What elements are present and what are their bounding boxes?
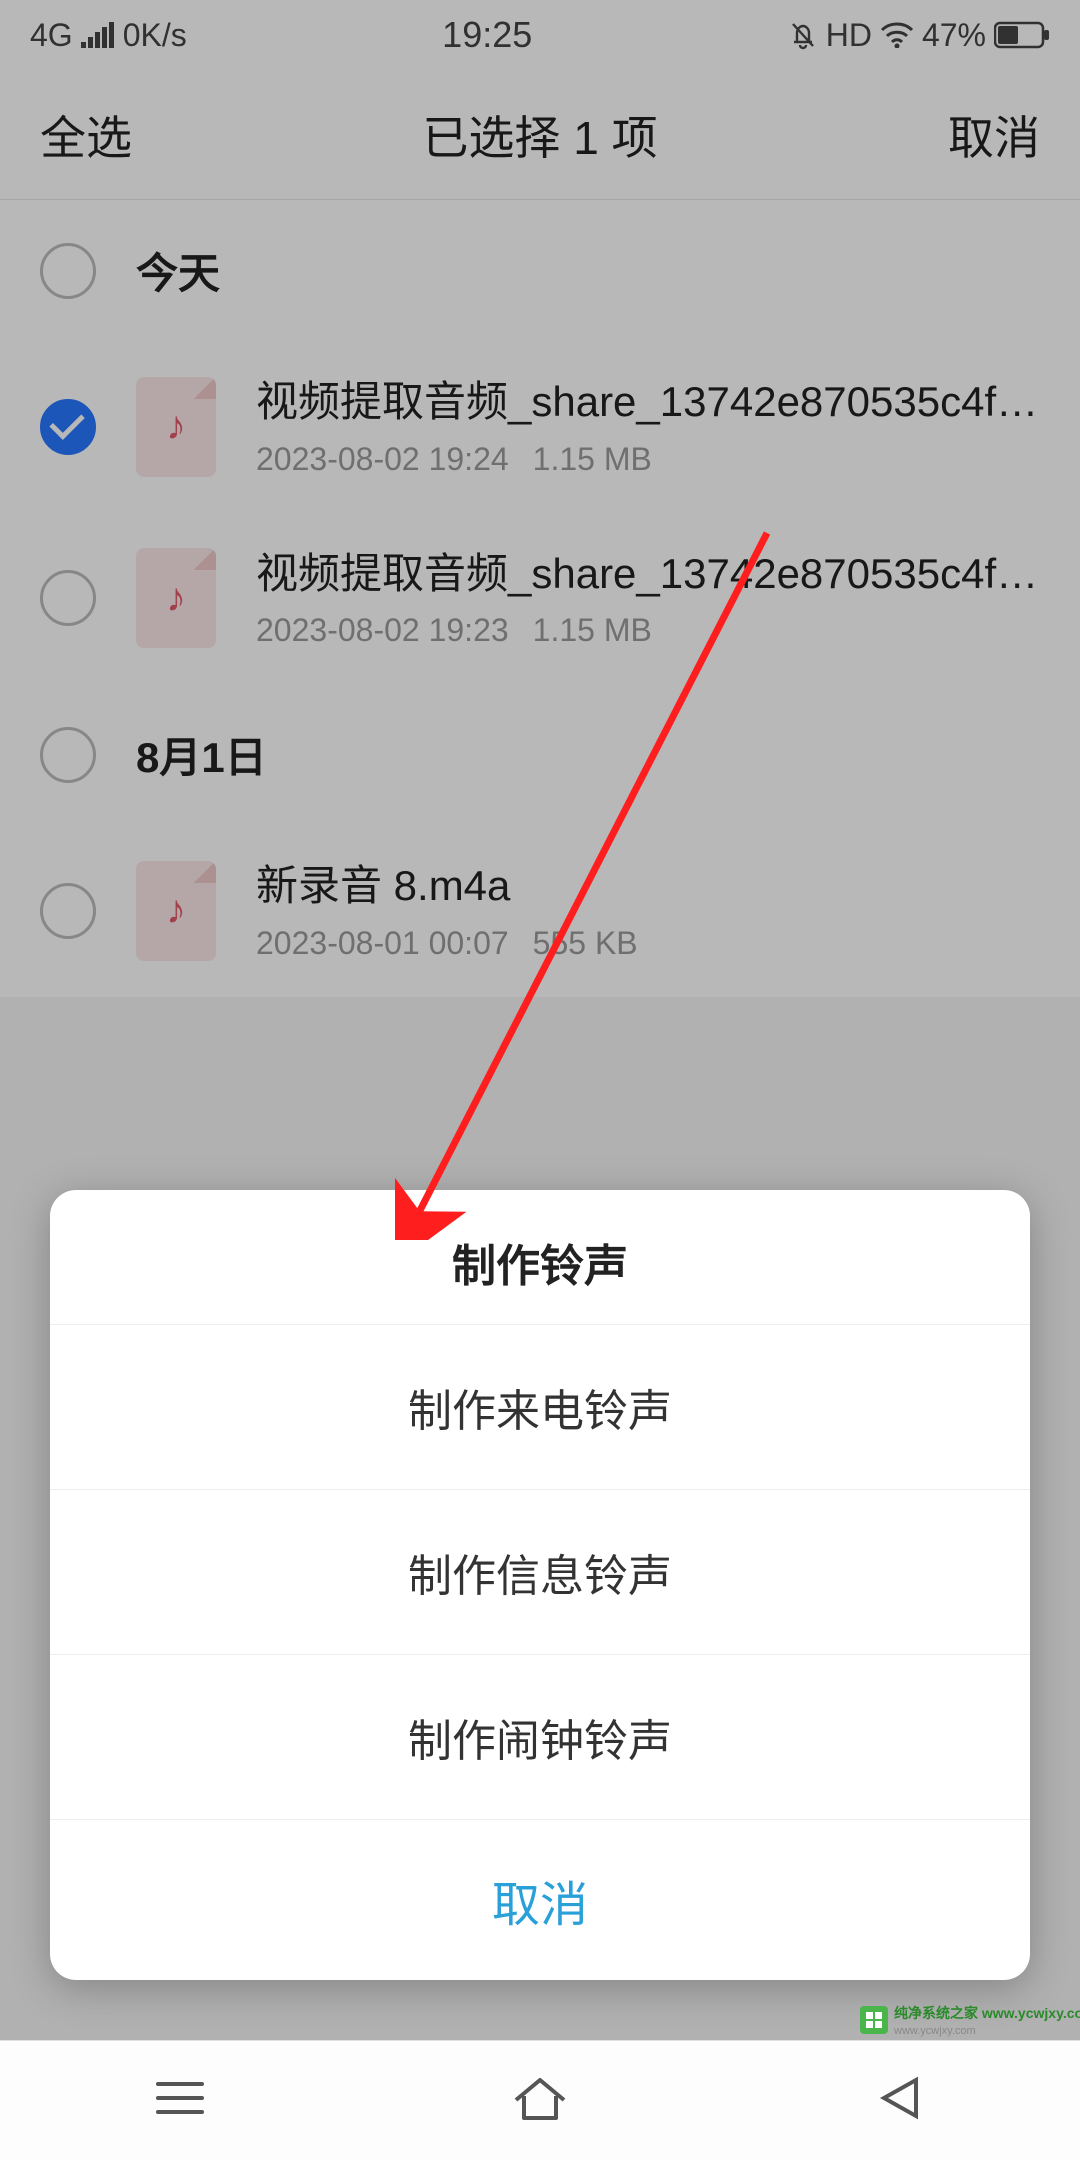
- svg-text:纯净系统之家 www.ycwjxy.com: 纯净系统之家 www.ycwjxy.com: [894, 2005, 1080, 2021]
- system-nav-bar: [0, 2040, 1080, 2160]
- dialog-option-call[interactable]: 制作来电铃声: [50, 1324, 1030, 1489]
- home-button[interactable]: [508, 2066, 572, 2135]
- dialog-title: 制作铃声: [50, 1190, 1030, 1324]
- dialog-option-alarm[interactable]: 制作闹钟铃声: [50, 1654, 1030, 1819]
- back-button[interactable]: [868, 2066, 932, 2135]
- dialog-option-message[interactable]: 制作信息铃声: [50, 1489, 1030, 1654]
- svg-text:www.ycwjxy.com: www.ycwjxy.com: [893, 2025, 976, 2037]
- dialog-cancel[interactable]: 取消: [50, 1819, 1030, 1980]
- recent-apps-button[interactable]: [148, 2066, 212, 2135]
- watermark: 纯净系统之家 www.ycwjxy.com www.ycwjxy.com: [860, 2000, 1080, 2040]
- ringtone-dialog: 制作铃声 制作来电铃声 制作信息铃声 制作闹钟铃声 取消: [50, 1190, 1030, 1980]
